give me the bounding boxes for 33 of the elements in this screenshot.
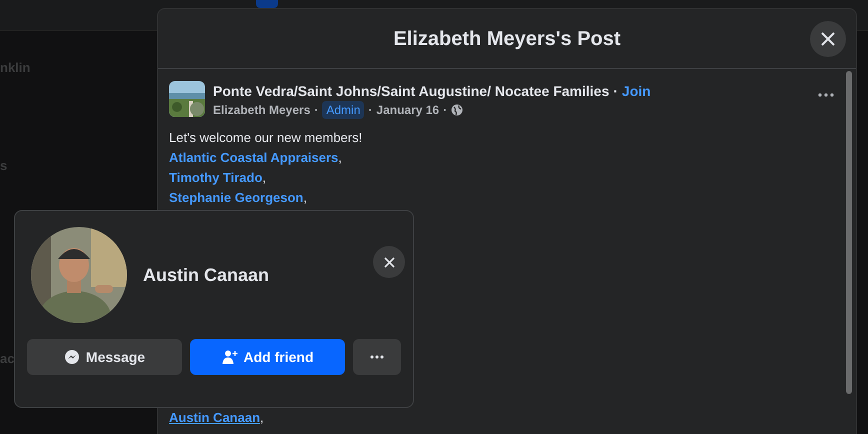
more-icon [818, 93, 834, 97]
separator: · [443, 102, 448, 119]
comma: , [338, 149, 342, 167]
close-button[interactable] [810, 21, 846, 57]
separator: · [613, 82, 618, 101]
globe-icon [451, 104, 464, 116]
post-text: Let's welcome our new members! [169, 129, 364, 147]
add-person-icon [222, 349, 238, 365]
member-link[interactable]: Timothy Tirado [169, 168, 262, 188]
active-tab-indicator [256, 0, 278, 8]
member-link[interactable]: Atlantic Coastal Appraisers [169, 148, 338, 168]
messenger-icon [64, 349, 80, 365]
add-friend-button[interactable]: Add friend [190, 339, 345, 375]
comma: , [262, 169, 266, 187]
scrollbar[interactable] [846, 71, 852, 394]
more-icon [370, 355, 384, 359]
close-icon [821, 32, 835, 46]
message-button[interactable]: Message [27, 339, 182, 375]
close-button[interactable] [373, 246, 405, 278]
separator: · [314, 102, 318, 119]
profile-name[interactable]: Austin Canaan [143, 262, 357, 288]
member-link[interactable]: Austin Canaan [169, 408, 260, 428]
author-name[interactable]: Elizabeth Meyers [213, 101, 310, 119]
comma: , [260, 409, 264, 427]
admin-badge: Admin [322, 101, 364, 119]
member-link[interactable]: Stephanie Georgeson [169, 188, 304, 208]
comma: , [303, 189, 307, 207]
group-name[interactable]: Ponte Vedra/Saint Johns/Saint Augustine/ Nocatee Families [213, 81, 610, 101]
join-link[interactable]: Join [622, 81, 651, 101]
post-date[interactable]: January 16 [376, 101, 440, 119]
separator: · [368, 102, 372, 119]
close-icon [384, 256, 394, 268]
dialog-title: Elizabeth Meyers's Post [393, 26, 621, 52]
